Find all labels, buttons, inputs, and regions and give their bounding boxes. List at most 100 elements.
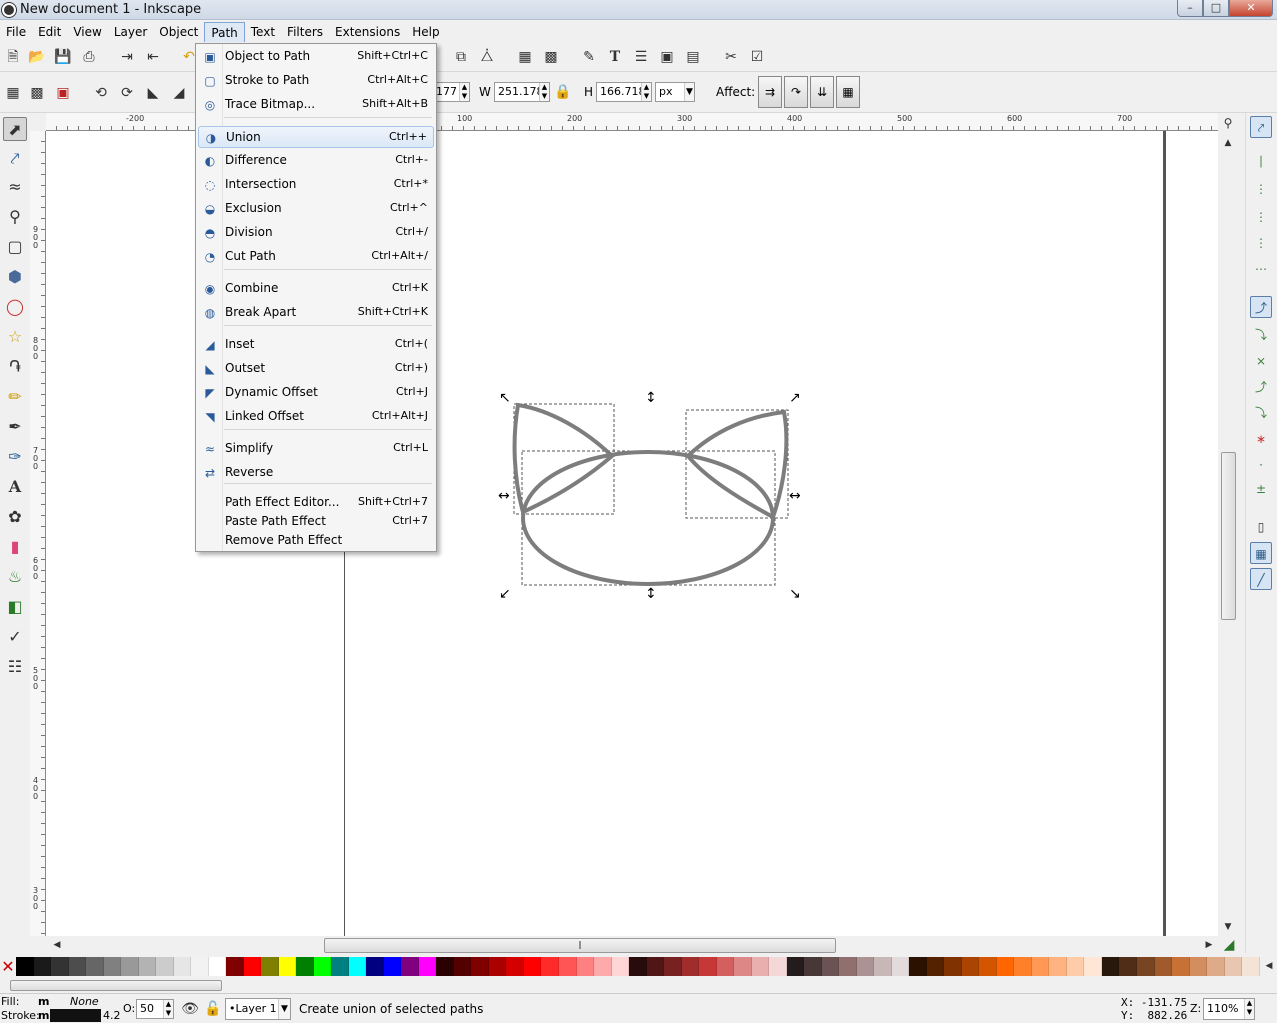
color-swatch[interactable]: [348, 957, 367, 976]
layer-select[interactable]: •Layer 1 ▼: [225, 998, 291, 1020]
path-menu-item-trace-bitmap[interactable]: ◎ Trace Bitmap... Shift+Alt+B: [198, 94, 434, 116]
color-swatch[interactable]: [1084, 957, 1102, 976]
lock-layer-icon[interactable]: 🔓: [204, 1000, 222, 1018]
color-swatch[interactable]: [769, 957, 787, 976]
color-swatch[interactable]: [909, 957, 927, 976]
stroke-color-swatch[interactable]: [50, 1009, 101, 1022]
color-swatch[interactable]: [278, 957, 297, 976]
color-swatch[interactable]: [874, 957, 892, 976]
color-swatch[interactable]: [1189, 957, 1208, 976]
color-swatch[interactable]: [418, 957, 437, 976]
stroke-width-value[interactable]: 4.2: [103, 1009, 121, 1022]
color-swatch[interactable]: [786, 957, 805, 976]
palette-scrollbar[interactable]: [0, 977, 1277, 993]
color-swatch[interactable]: [646, 957, 665, 976]
snap-grid-icon[interactable]: ▦: [1250, 542, 1272, 564]
color-swatch[interactable]: [523, 957, 542, 976]
color-swatch[interactable]: [313, 957, 332, 976]
color-swatch[interactable]: [471, 957, 489, 976]
scroll-left-icon[interactable]: ◀: [48, 936, 66, 954]
snap-bbox-corner-icon[interactable]: ⋮: [1250, 206, 1272, 228]
color-swatch[interactable]: [1066, 957, 1085, 976]
path-menu-item-combine[interactable]: ◉ Combine Ctrl+K: [198, 278, 434, 300]
color-swatch[interactable]: [1049, 957, 1067, 976]
color-swatch[interactable]: [401, 957, 419, 976]
color-swatch[interactable]: [558, 957, 577, 976]
color-swatch[interactable]: [996, 957, 1015, 976]
path-menu-item-remove-path-effect[interactable]: Remove Path Effect: [198, 530, 434, 552]
color-swatch[interactable]: [243, 957, 262, 976]
color-swatch[interactable]: [1207, 957, 1225, 976]
cat-shape[interactable]: [512, 402, 789, 586]
color-swatch[interactable]: [1101, 957, 1120, 976]
color-swatch[interactable]: [506, 957, 524, 976]
color-swatch[interactable]: [856, 957, 875, 976]
snap-midpoints-icon[interactable]: ⤵: [1250, 402, 1272, 424]
no-paint-swatch-icon[interactable]: ✕: [0, 957, 16, 976]
snap-object-center-icon[interactable]: ∗: [1250, 428, 1272, 450]
snap-rotation-center-icon[interactable]: ⋅: [1250, 454, 1272, 476]
scroll-up-icon[interactable]: ▲: [1219, 134, 1237, 152]
color-swatch[interactable]: [576, 957, 595, 976]
color-swatch[interactable]: [821, 957, 840, 976]
path-menu-item-difference[interactable]: ◐ Difference Ctrl+-: [198, 150, 434, 172]
color-swatch[interactable]: [541, 957, 559, 976]
toggle-visibility-icon[interactable]: 👁: [181, 1000, 199, 1018]
snap-bbox-center-icon[interactable]: ⋯: [1250, 258, 1272, 280]
color-swatch[interactable]: [926, 957, 945, 976]
color-swatch[interactable]: [191, 957, 209, 976]
zoom-field[interactable]: 110% ▲ ▼: [1203, 998, 1255, 1020]
color-swatch[interactable]: [944, 957, 962, 976]
snap-bbox-icon[interactable]: ∣: [1250, 150, 1272, 172]
color-swatch[interactable]: [1224, 957, 1243, 976]
path-menu-item-reverse[interactable]: ⇄ Reverse: [198, 462, 434, 484]
color-swatch[interactable]: [138, 957, 157, 976]
color-manage-icon[interactable]: ◢: [1220, 936, 1238, 954]
color-swatch[interactable]: [961, 957, 980, 976]
color-swatch[interactable]: [453, 957, 472, 976]
path-menu-item-union[interactable]: ◑ Union Ctrl++: [198, 126, 434, 148]
color-swatch[interactable]: [366, 957, 384, 976]
vertical-scroll-thumb[interactable]: [1221, 452, 1236, 620]
snap-bbox-midpoint-icon[interactable]: ⋮: [1250, 232, 1272, 254]
path-menu-item-outset[interactable]: ◣ Outset Ctrl+): [198, 358, 434, 380]
color-swatch[interactable]: [716, 957, 735, 976]
color-swatch[interactable]: [1172, 957, 1190, 976]
snap-guides-icon[interactable]: ╱: [1250, 568, 1272, 590]
color-swatch[interactable]: [1014, 957, 1032, 976]
path-menu-item-stroke-to-path[interactable]: ▢ Stroke to Path Ctrl+Alt+C: [198, 70, 434, 92]
color-swatch[interactable]: [51, 957, 69, 976]
color-swatch[interactable]: [699, 957, 717, 976]
color-swatch[interactable]: [261, 957, 279, 976]
path-menu-item-inset[interactable]: ◢ Inset Ctrl+(: [198, 334, 434, 356]
color-swatch[interactable]: [383, 957, 402, 976]
color-swatch[interactable]: [156, 957, 174, 976]
snap-path-icon[interactable]: ⤵: [1250, 324, 1272, 346]
path-menu-item-division[interactable]: ◓ Division Ctrl+/: [198, 222, 434, 244]
path-menu-item-simplify[interactable]: ≈ Simplify Ctrl+L: [198, 438, 434, 460]
fill-value[interactable]: m: [38, 995, 49, 1008]
color-swatch[interactable]: [891, 957, 910, 976]
snap-smooth-nodes-icon[interactable]: ⤴: [1250, 376, 1272, 398]
path-menu-item-cut-path[interactable]: ◔ Cut Path Ctrl+Alt+/: [198, 246, 434, 268]
color-swatch[interactable]: [86, 957, 104, 976]
path-menu-item-intersection[interactable]: ◌ Intersection Ctrl+*: [198, 174, 434, 196]
path-menu-item-exclusion[interactable]: ◒ Exclusion Ctrl+^: [198, 198, 434, 220]
color-swatch[interactable]: [331, 957, 349, 976]
scroll-right-icon[interactable]: ▶: [1200, 936, 1218, 954]
snap-text-baseline-icon[interactable]: ±: [1250, 478, 1272, 500]
color-swatch[interactable]: [488, 957, 507, 976]
snap-intersection-icon[interactable]: ⨯: [1250, 350, 1272, 372]
scroll-down-icon[interactable]: ▼: [1219, 918, 1237, 936]
fill-none-indicator[interactable]: None: [70, 995, 99, 1008]
color-swatch[interactable]: [664, 957, 682, 976]
color-swatch[interactable]: [611, 957, 630, 976]
color-swatch[interactable]: [751, 957, 770, 976]
color-swatch[interactable]: [173, 957, 192, 976]
color-swatch[interactable]: [33, 957, 52, 976]
color-swatch[interactable]: [296, 957, 314, 976]
color-swatch[interactable]: [1119, 957, 1137, 976]
color-swatch[interactable]: [804, 957, 822, 976]
color-palette[interactable]: [16, 957, 1260, 976]
opacity-field[interactable]: 50 ▲ ▼: [136, 999, 174, 1019]
